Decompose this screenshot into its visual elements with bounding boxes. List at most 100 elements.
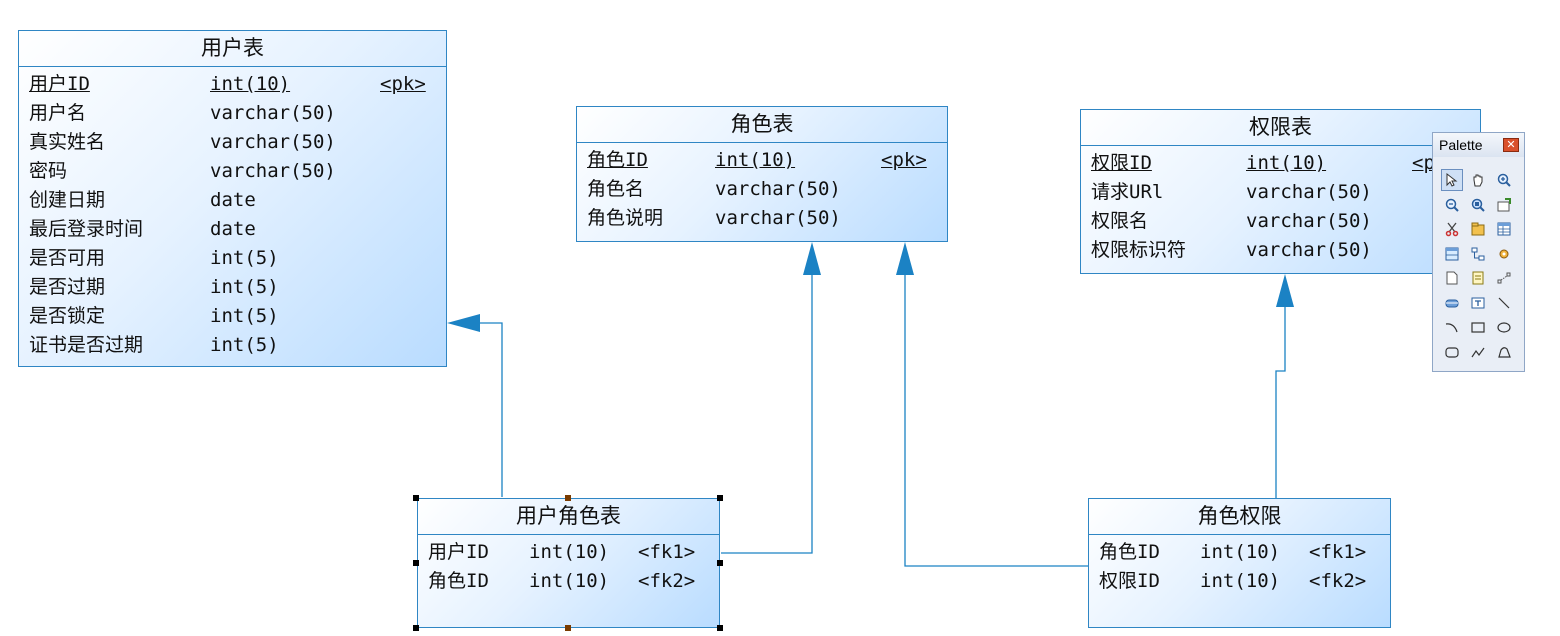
- column-row: 是否过期 int(5): [29, 273, 446, 302]
- file-icon[interactable]: [1441, 267, 1463, 289]
- entity-title: 角色表: [577, 107, 947, 143]
- column-row: 权限标识符 varchar(50): [1091, 236, 1480, 265]
- rounded-rectangle-icon[interactable]: [1441, 341, 1463, 363]
- column-name: 用户ID: [428, 541, 489, 563]
- column-row: 角色名 varchar(50): [587, 175, 947, 204]
- column-row: 真实姓名 varchar(50): [29, 128, 446, 157]
- column-name: 角色ID: [428, 570, 489, 592]
- table-icon[interactable]: [1493, 218, 1515, 240]
- column-type: int(10): [1246, 152, 1327, 174]
- column-key: <fk2>: [1309, 570, 1367, 592]
- palette-tools: [1441, 169, 1521, 365]
- column-row: 创建日期 date: [29, 186, 446, 215]
- connector-role-permission-to-role[interactable]: [904, 275, 1088, 567]
- column-key: <pk>: [881, 149, 927, 171]
- column-name: 角色名: [587, 178, 645, 200]
- column-type: int(5): [210, 276, 279, 298]
- properties-icon[interactable]: [1493, 194, 1515, 216]
- entity-title: 用户表: [19, 31, 446, 67]
- column-row: 是否锁定 int(5): [29, 302, 446, 331]
- line-icon[interactable]: [1493, 292, 1515, 314]
- column-row: 角色ID int(10) <pk>: [587, 146, 947, 175]
- column-name: 角色ID: [1099, 541, 1160, 563]
- connector-user-role-to-role[interactable]: [721, 275, 813, 554]
- column-key: <fk1>: [1309, 541, 1367, 563]
- close-icon[interactable]: ✕: [1503, 138, 1519, 152]
- procedure-icon[interactable]: [1493, 243, 1515, 265]
- column-name: 是否可用: [29, 247, 106, 269]
- column-name: 证书是否过期: [29, 334, 144, 356]
- column-row: 权限ID int(10) <fk2>: [1099, 567, 1390, 596]
- column-row: 是否可用 int(5): [29, 244, 446, 273]
- column-name: 创建日期: [29, 189, 106, 211]
- entity-permission-table[interactable]: 权限表 权限ID int(10) <pk> 请求URl varchar(50) …: [1080, 109, 1481, 274]
- package-icon[interactable]: [1467, 218, 1489, 240]
- arc-icon[interactable]: [1441, 316, 1463, 338]
- column-type: int(10): [210, 73, 291, 95]
- column-name: 最后登录时间: [29, 218, 144, 240]
- zoom-fit-icon[interactable]: [1467, 194, 1489, 216]
- column-name: 权限ID: [1099, 570, 1160, 592]
- hand-icon[interactable]: [1467, 169, 1489, 191]
- connector-user-role-to-user[interactable]: [480, 322, 503, 497]
- resize-handle-top-left[interactable]: [413, 495, 419, 501]
- pointer-icon[interactable]: [1441, 169, 1463, 191]
- resize-handle-right[interactable]: [717, 560, 723, 566]
- entity-title: 角色权限: [1089, 499, 1390, 535]
- column-row: 证书是否过期 int(5): [29, 331, 446, 360]
- note-icon[interactable]: [1467, 267, 1489, 289]
- entity-columns: 用户ID int(10) <fk1> 角色ID int(10) <fk2>: [418, 535, 719, 596]
- column-type: date: [210, 218, 256, 240]
- connector-role-permission-to-permission[interactable]: [1275, 307, 1286, 498]
- column-row: 最后登录时间 date: [29, 215, 446, 244]
- arrowhead-user: [447, 314, 480, 332]
- column-row: 角色ID int(10) <fk2>: [428, 567, 719, 596]
- zoom-out-icon[interactable]: [1441, 194, 1463, 216]
- column-type: int(5): [210, 305, 279, 327]
- resize-handle-top[interactable]: [565, 495, 571, 501]
- storage-icon[interactable]: [1441, 292, 1463, 314]
- resize-handle-left[interactable]: [413, 560, 419, 566]
- palette-panel[interactable]: Palette ✕: [1432, 132, 1525, 372]
- column-key: <fk1>: [638, 541, 696, 563]
- view-icon[interactable]: [1441, 243, 1463, 265]
- resize-handle-bottom[interactable]: [565, 625, 571, 631]
- entity-columns: 权限ID int(10) <pk> 请求URl varchar(50) 权限名 …: [1081, 146, 1480, 265]
- column-row: 角色ID int(10) <fk1>: [1099, 538, 1390, 567]
- polyline-icon[interactable]: [1467, 341, 1489, 363]
- column-row: 用户名 varchar(50): [29, 99, 446, 128]
- column-name: 是否锁定: [29, 305, 106, 327]
- resize-handle-bottom-left[interactable]: [413, 625, 419, 631]
- column-name: 权限标识符: [1091, 239, 1187, 261]
- text-icon[interactable]: [1467, 292, 1489, 314]
- polygon-icon[interactable]: [1493, 341, 1515, 363]
- entity-columns: 用户ID int(10) <pk> 用户名 varchar(50) 真实姓名 v…: [19, 67, 446, 360]
- entity-columns: 角色ID int(10) <pk> 角色名 varchar(50) 角色说明 v…: [577, 143, 947, 233]
- column-name: 权限名: [1091, 210, 1149, 232]
- column-type: int(5): [210, 334, 279, 356]
- column-type: int(10): [715, 149, 796, 171]
- resize-handle-bottom-right[interactable]: [717, 625, 723, 631]
- link-icon[interactable]: [1493, 267, 1515, 289]
- column-type: varchar(50): [1246, 239, 1372, 261]
- column-type: int(10): [1200, 570, 1281, 592]
- ellipse-icon[interactable]: [1493, 316, 1515, 338]
- column-name: 角色ID: [587, 149, 648, 171]
- entity-role-permission-table[interactable]: 角色权限 角色ID int(10) <fk1> 权限ID int(10) <fk…: [1088, 498, 1391, 628]
- palette-title: Palette: [1439, 137, 1483, 153]
- column-type: varchar(50): [1246, 181, 1372, 203]
- entity-role-table[interactable]: 角色表 角色ID int(10) <pk> 角色名 varchar(50) 角色…: [576, 106, 948, 242]
- entity-user-table[interactable]: 用户表 用户ID int(10) <pk> 用户名 varchar(50) 真实…: [18, 30, 447, 367]
- rectangle-icon[interactable]: [1467, 316, 1489, 338]
- entity-user-role-table[interactable]: 用户角色表 用户ID int(10) <fk1> 角色ID int(10) <f…: [417, 498, 720, 628]
- reference-icon[interactable]: [1467, 243, 1489, 265]
- column-type: int(10): [529, 541, 610, 563]
- resize-handle-top-right[interactable]: [717, 495, 723, 501]
- column-key: <fk2>: [638, 570, 696, 592]
- column-row: 密码 varchar(50): [29, 157, 446, 186]
- column-row: 角色说明 varchar(50): [587, 204, 947, 233]
- zoom-in-icon[interactable]: [1493, 169, 1515, 191]
- cut-icon[interactable]: [1441, 218, 1463, 240]
- column-row: 权限ID int(10) <pk>: [1091, 149, 1480, 178]
- column-name: 是否过期: [29, 276, 106, 298]
